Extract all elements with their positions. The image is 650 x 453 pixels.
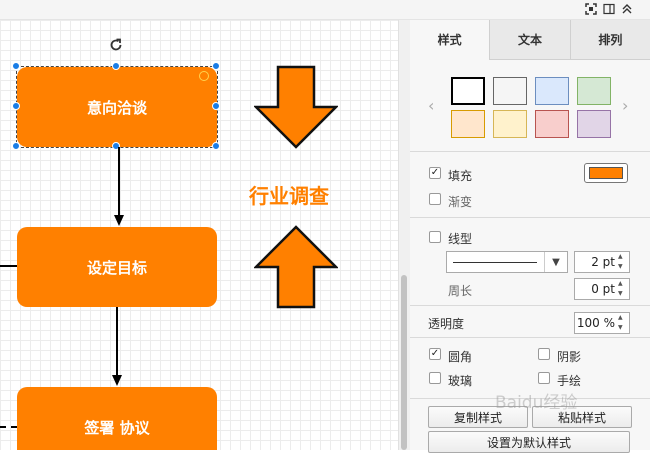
style-swatch[interactable]: [493, 110, 527, 138]
flow-node-label: 意向洽谈: [86, 98, 147, 117]
chevron-right-icon[interactable]: ›: [622, 96, 628, 115]
style-swatch[interactable]: [577, 110, 611, 138]
tab-arrange[interactable]: 排列: [569, 20, 650, 59]
perimeter-value: 0 pt: [591, 282, 615, 296]
options-section: ✓ 圆角 阴影 玻璃 手绘: [410, 338, 650, 398]
fit-page-icon[interactable]: [584, 2, 598, 16]
flow-node-label: 签署 协议: [84, 418, 150, 437]
top-toolbar: [0, 0, 650, 20]
style-actions-section: 复制样式 粘贴样式 设置为默认样式: [410, 398, 650, 453]
line-width-spinner[interactable]: 2 pt ▲ ▼: [574, 251, 630, 273]
resize-handle-nw[interactable]: [12, 62, 20, 70]
resize-handle-sw[interactable]: [12, 142, 20, 150]
resize-handle-ne[interactable]: [212, 62, 220, 70]
line-label: 线型: [448, 232, 473, 246]
perimeter-spinner[interactable]: 0 pt ▲ ▼: [574, 278, 630, 300]
sketch-checkbox[interactable]: [538, 372, 550, 384]
connector-arrowhead: [114, 215, 124, 226]
glass-checkbox[interactable]: [429, 372, 441, 384]
line-pattern-dropdown[interactable]: ▼: [446, 251, 568, 273]
perimeter-label: 周长: [448, 284, 473, 298]
spinner-arrows-icon[interactable]: ▲ ▼: [618, 280, 628, 298]
resize-handle-w[interactable]: [12, 102, 20, 110]
tab-text[interactable]: 文本: [489, 20, 570, 59]
collapse-icon[interactable]: [620, 2, 634, 16]
tab-style[interactable]: 样式: [410, 20, 490, 60]
format-panel: 样式 文本 排列 ‹ › ✓ 填充 渐变 线型 ▼ 2 pt ▲ ▼ 周长 0 p…: [410, 20, 650, 453]
line-width-value: 2 pt: [591, 255, 615, 269]
resize-handle-se[interactable]: [212, 142, 220, 150]
fill-section: ✓ 填充 渐变: [410, 152, 650, 218]
copy-style-button[interactable]: 复制样式: [428, 406, 528, 428]
rotate-handle-icon[interactable]: [108, 37, 124, 53]
fill-color-button[interactable]: [584, 163, 628, 183]
gradient-label: 渐变: [448, 195, 473, 209]
chevron-down-icon: ▼: [544, 252, 567, 272]
flow-node-1[interactable]: 意向洽谈: [17, 67, 217, 147]
fill-checkbox[interactable]: ✓: [429, 167, 441, 179]
spinner-arrows-icon[interactable]: ▲ ▼: [618, 314, 628, 332]
connector-arrowhead: [112, 375, 122, 386]
opacity-label: 透明度: [428, 317, 465, 331]
opacity-spinner[interactable]: 100 % ▲ ▼: [574, 312, 630, 334]
style-swatch[interactable]: [535, 77, 569, 105]
fill-label: 填充: [448, 169, 473, 183]
flow-node-label: 设定目标: [86, 258, 147, 277]
diagram-canvas[interactable]: 意向洽谈 设定目标 签署 协议 行业调查: [0, 20, 398, 450]
style-swatch[interactable]: [493, 77, 527, 105]
opacity-section: 透明度 100 % ▲ ▼: [410, 306, 650, 338]
flow-node-2[interactable]: 设定目标: [17, 227, 217, 307]
up-arrow-shape[interactable]: [254, 225, 338, 309]
connector-line[interactable]: [116, 307, 118, 375]
resize-handle-n[interactable]: [112, 62, 120, 70]
chevron-left-icon[interactable]: ‹: [428, 96, 434, 115]
rounded-checkbox[interactable]: ✓: [429, 348, 441, 360]
canvas-vertical-scrollbar[interactable]: [398, 20, 410, 450]
style-swatch[interactable]: [535, 110, 569, 138]
fill-color-preview: [589, 167, 623, 179]
format-panel-icon[interactable]: [602, 2, 616, 16]
flow-node-3[interactable]: 签署 协议: [17, 387, 217, 450]
style-swatch[interactable]: [577, 77, 611, 105]
shadow-label: 阴影: [557, 350, 582, 364]
dashed-connector[interactable]: [0, 426, 17, 428]
format-tabs: 样式 文本 排列: [410, 20, 650, 60]
paste-style-button[interactable]: 粘贴样式: [532, 406, 632, 428]
opacity-value: 100 %: [576, 316, 615, 330]
down-arrow-shape[interactable]: [254, 65, 338, 149]
spinner-arrows-icon[interactable]: ▲ ▼: [618, 253, 628, 271]
sketch-label: 手绘: [557, 374, 582, 388]
line-section: 线型 ▼ 2 pt ▲ ▼ 周长 0 pt ▲ ▼: [410, 218, 650, 306]
connector-line-left[interactable]: [0, 265, 17, 267]
style-swatches: ‹ ›: [410, 60, 650, 152]
style-swatch[interactable]: [451, 77, 485, 105]
resize-handle-e[interactable]: [212, 102, 220, 110]
glass-label: 玻璃: [448, 374, 473, 388]
line-checkbox[interactable]: [429, 231, 441, 243]
scrollbar-thumb[interactable]: [401, 275, 407, 450]
corner-radius-handle[interactable]: [199, 71, 209, 81]
connector-line[interactable]: [118, 147, 120, 215]
shadow-checkbox[interactable]: [538, 348, 550, 360]
rounded-label: 圆角: [448, 350, 473, 364]
floating-text-label[interactable]: 行业调查: [249, 180, 329, 209]
gradient-checkbox[interactable]: [429, 193, 441, 205]
style-swatch[interactable]: [451, 110, 485, 138]
